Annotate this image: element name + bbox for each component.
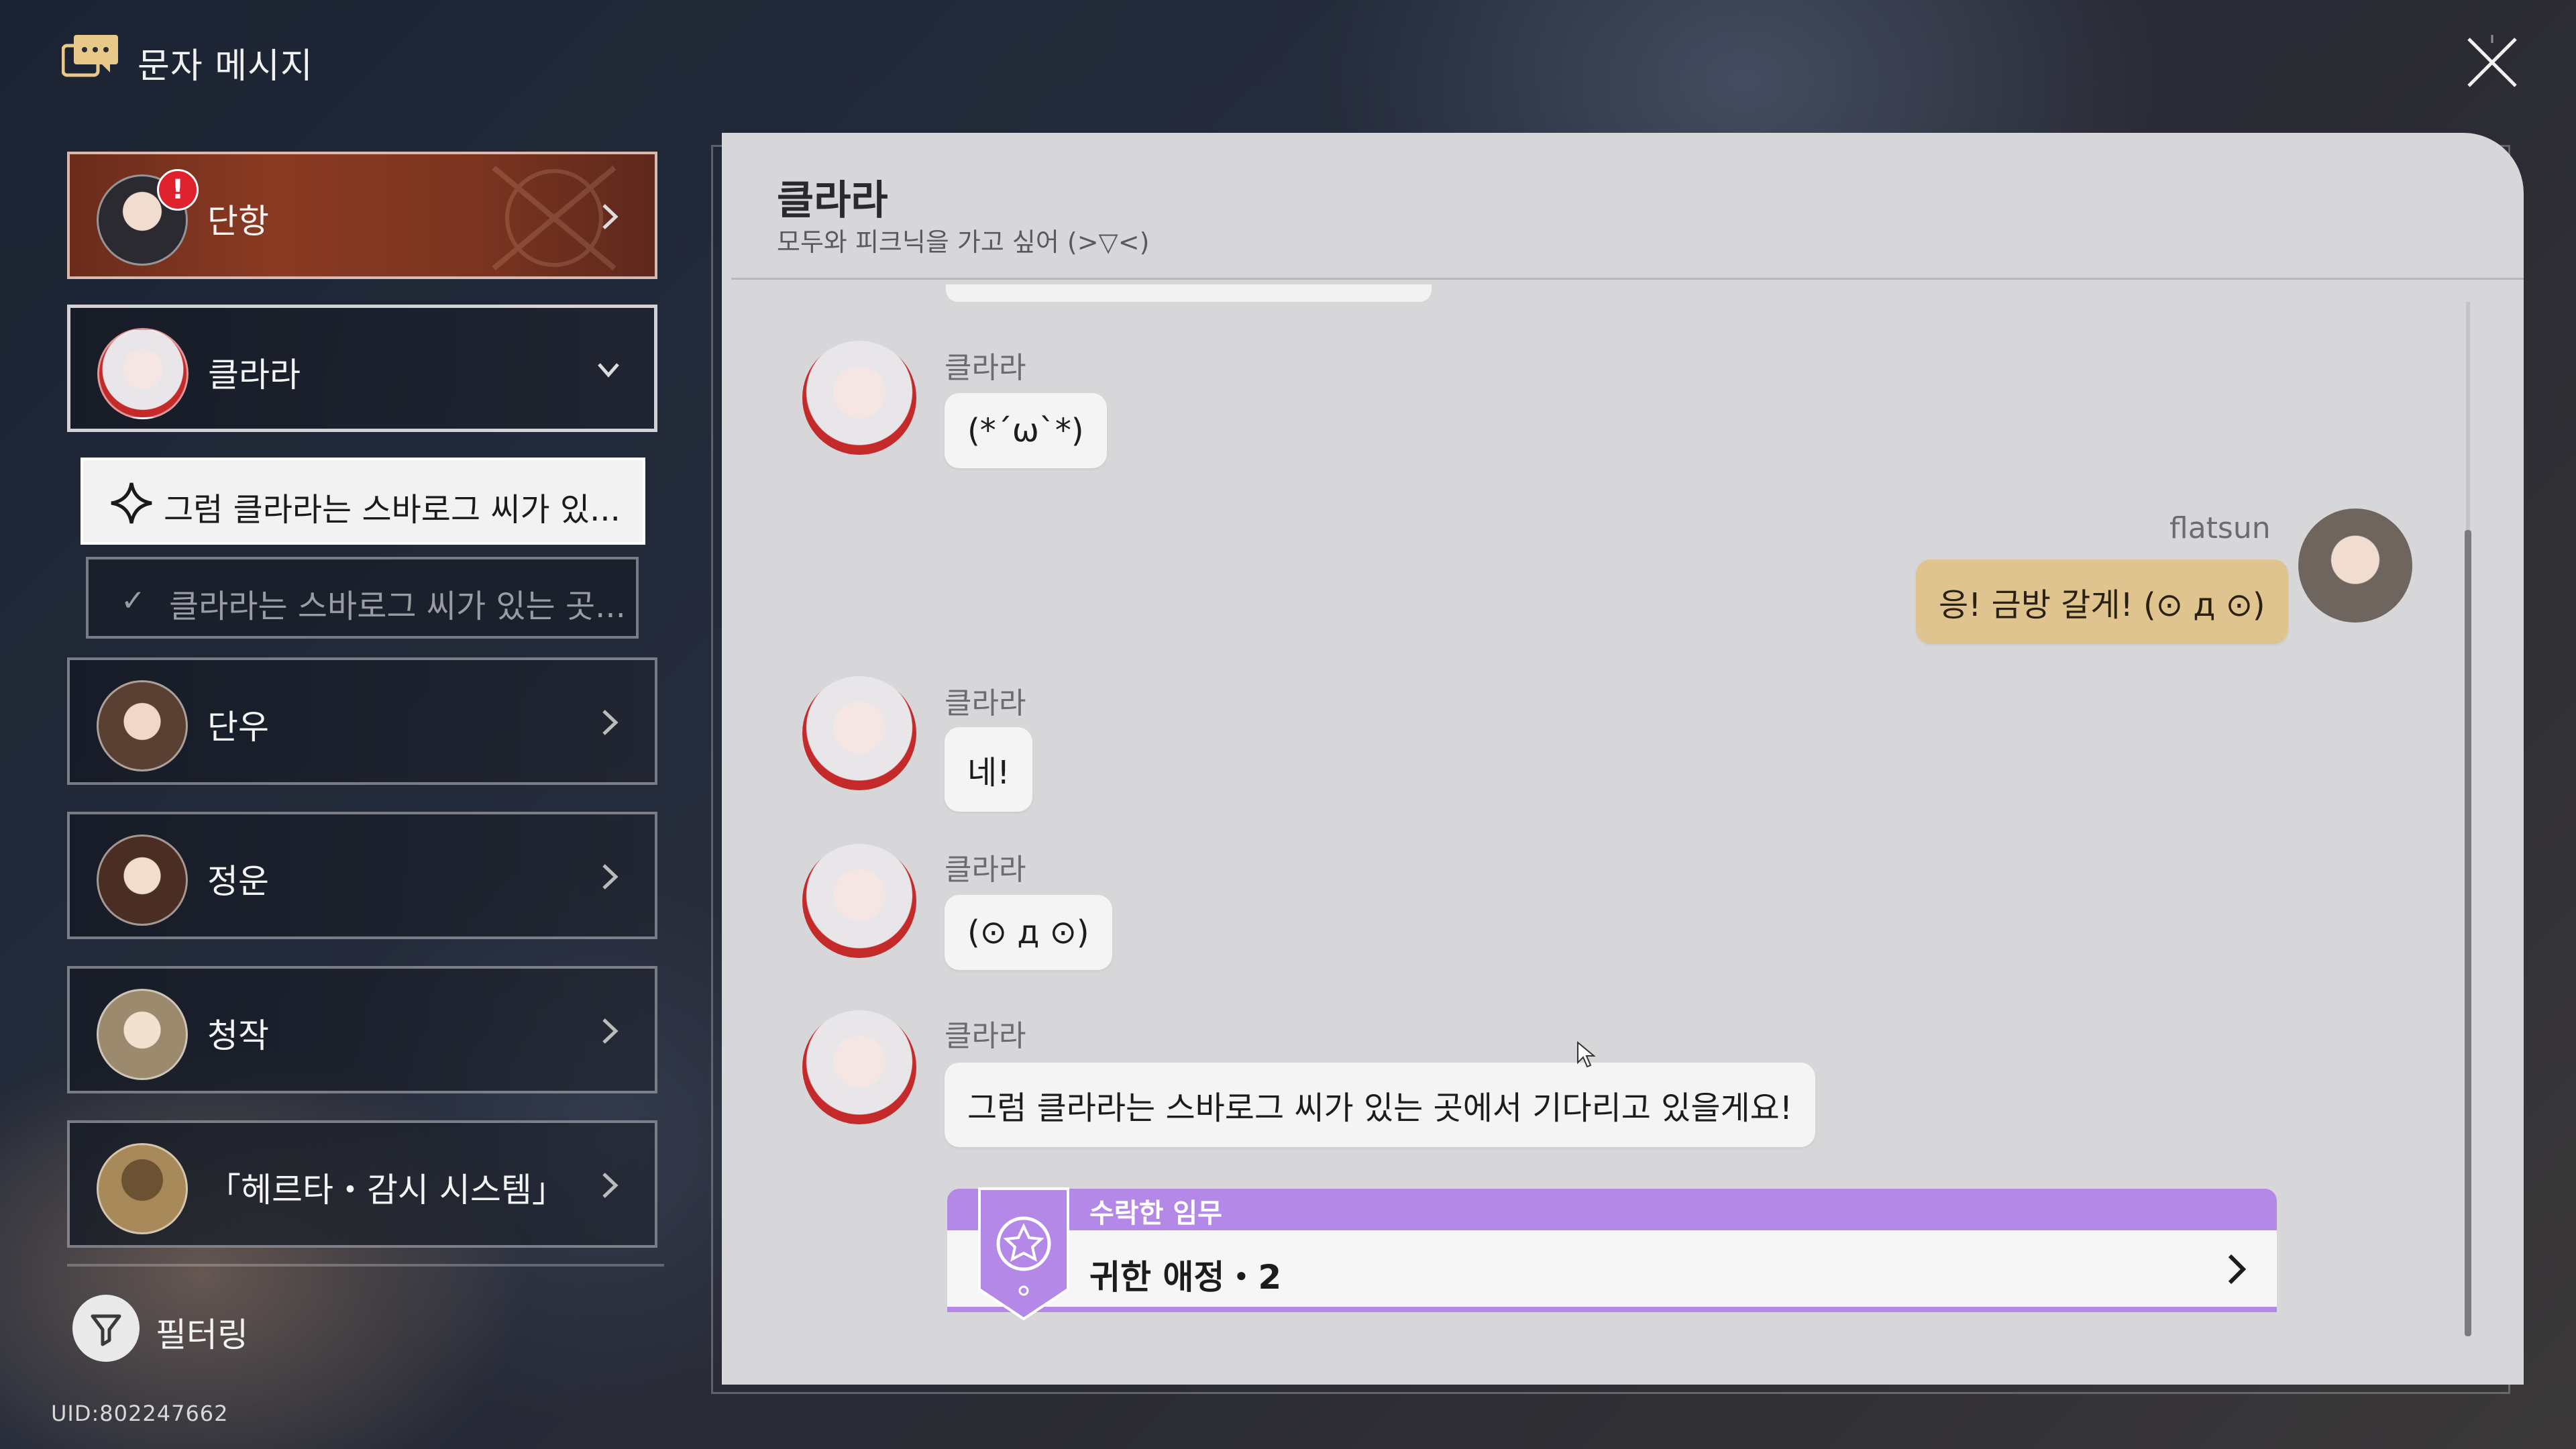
close-icon[interactable] [2462, 32, 2522, 93]
chat-title: 클라라 [777, 177, 888, 224]
thread-item-completed[interactable]: ✓ 클라라는 스바로그 씨가 있는 곳... [86, 557, 639, 639]
chevron-right-icon [602, 864, 619, 890]
avatar [97, 835, 188, 926]
contact-item-cheongjak[interactable]: 청작 [67, 966, 657, 1093]
avatar [97, 680, 188, 771]
message-sender: flatsun [2169, 511, 2271, 545]
message-sender: 클라라 [945, 1019, 1026, 1053]
contact-item-herta-system[interactable]: 「헤르타・감시 시스템」 [67, 1120, 657, 1248]
chevron-right-icon [602, 1173, 619, 1198]
chat-subtitle: 모두와 피크닉을 가고 싶어 (>▽<) [777, 227, 1150, 257]
mission-star-icon [978, 1187, 1069, 1321]
divider [67, 1264, 664, 1267]
page-title: 문자 메시지 [138, 46, 313, 87]
avatar [802, 676, 916, 790]
scrollbar-thumb[interactable] [2465, 530, 2471, 1336]
contact-name: 청작 [207, 1016, 269, 1055]
contact-name: 「헤르타・감시 시스템」 [207, 1171, 566, 1210]
chevron-down-icon [598, 363, 619, 378]
mission-title: 귀한 애정・2 [1089, 1258, 1282, 1297]
message-sender: 클라라 [945, 853, 1026, 887]
mouse-cursor-icon [1577, 1041, 1596, 1068]
message-bubble: 네! [945, 727, 1033, 812]
contact-item-danhang[interactable]: ! 단항 [67, 152, 657, 279]
message-bubble: 응! 금방 갈게! (⊙ д ⊙) [1916, 559, 2288, 644]
contact-name: 클라라 [208, 356, 301, 394]
check-icon: ✓ [121, 584, 146, 618]
contact-name: 단우 [207, 708, 269, 747]
uid-text: UID:802247662 [51, 1401, 229, 1426]
thread-item-selected[interactable]: 그럼 클라라는 스바로그 씨가 있... [80, 458, 645, 545]
contact-item-jeongun[interactable]: 정운 [67, 812, 657, 939]
chevron-right-icon [602, 710, 619, 735]
chevron-right-icon [2228, 1254, 2247, 1285]
avatar [97, 328, 189, 419]
chevron-right-icon [602, 1018, 619, 1044]
message-bubble: (⊙ д ⊙) [945, 895, 1112, 970]
mission-header: 수락한 임무 [1089, 1198, 1222, 1229]
contact-item-danwoo[interactable]: 단우 [67, 657, 657, 785]
diamond-star-icon [111, 482, 152, 524]
divider [731, 278, 2524, 280]
thread-label: 그럼 클라라는 스바로그 씨가 있... [164, 491, 621, 529]
alert-badge: ! [157, 169, 199, 211]
avatar [802, 844, 916, 958]
previous-message-bubble [946, 284, 1432, 302]
avatar-silhouette [97, 1143, 188, 1234]
filter-button-label[interactable]: 필터링 [156, 1308, 248, 1356]
contact-item-clara[interactable]: 클라라 [67, 305, 657, 432]
message-bubble: 그럼 클라라는 스바로그 씨가 있는 곳에서 기다리고 있을게요! [945, 1063, 1816, 1147]
message-bubble-icon [62, 35, 118, 77]
avatar [97, 989, 188, 1080]
message-bubble: (*´ω`*) [945, 393, 1107, 468]
avatar [2298, 508, 2412, 623]
filter-icon[interactable] [72, 1295, 140, 1362]
chevron-right-icon [602, 204, 619, 229]
contact-name: 단항 [207, 202, 269, 241]
avatar [802, 1010, 916, 1124]
contact-name: 정운 [207, 862, 269, 901]
thread-label: 클라라는 스바로그 씨가 있는 곳... [169, 588, 626, 625]
message-sender: 클라라 [945, 351, 1026, 385]
message-sender: 클라라 [945, 686, 1026, 720]
avatar [802, 341, 916, 455]
accepted-mission-card[interactable]: 수락한 임무 귀한 애정・2 [947, 1187, 2277, 1321]
